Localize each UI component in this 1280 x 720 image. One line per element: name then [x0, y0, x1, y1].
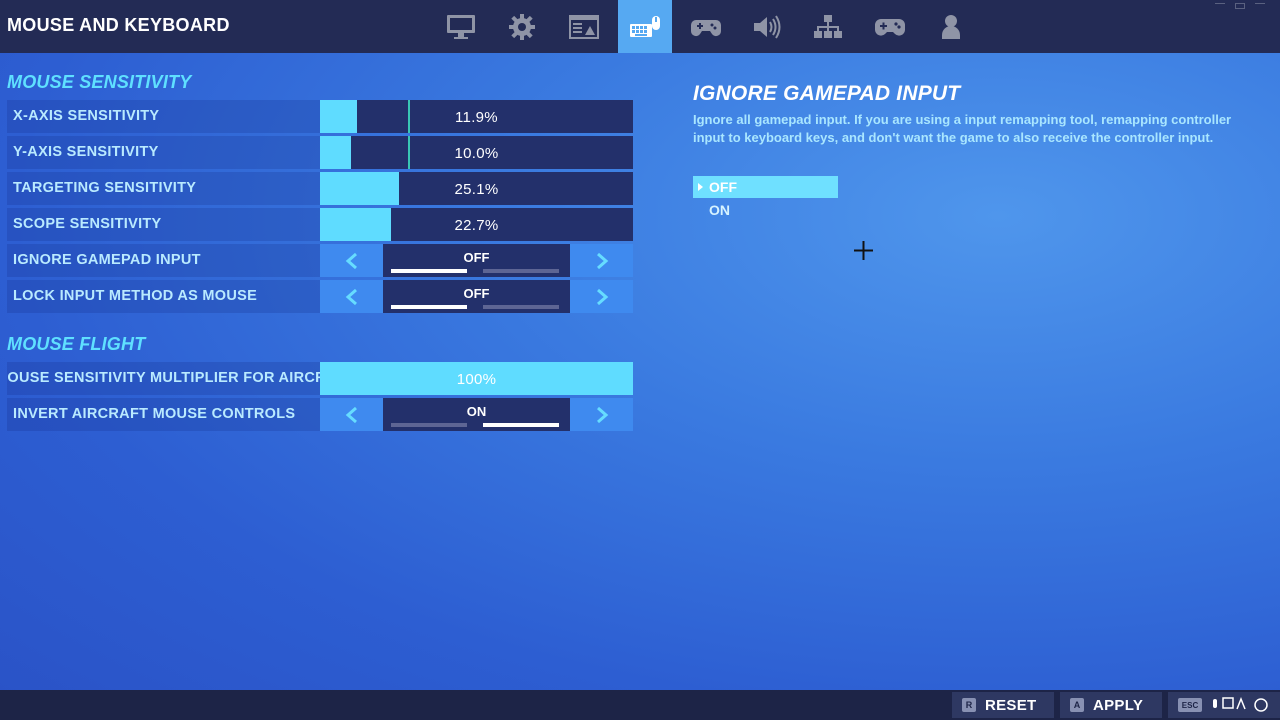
section-title-mouse-flight: MOUSE FLIGHT	[7, 334, 146, 354]
key-hint: R	[962, 698, 976, 712]
option-indicator	[483, 423, 559, 427]
gamepad-icon	[875, 18, 905, 36]
ignore-gamepad-selector[interactable]: OFF	[320, 244, 633, 277]
section-title-mouse-sensitivity: MOUSE SENSITIVITY	[7, 72, 192, 92]
tab-account[interactable]	[924, 0, 978, 53]
back-button[interactable]: ESC	[1168, 692, 1280, 718]
apply-button[interactable]: A APPLY	[1060, 692, 1162, 718]
crosshair-cursor-icon	[854, 241, 873, 260]
maximize-icon[interactable]	[1235, 3, 1245, 9]
setting-label: TARGETING SENSITIVITY	[13, 180, 197, 196]
tab-accessibility[interactable]	[801, 0, 855, 53]
network-icon	[814, 14, 842, 38]
aircraft-multiplier-slider[interactable]: 100%	[320, 362, 633, 395]
slider-value: 22.7%	[454, 217, 499, 234]
tab-audio[interactable]	[740, 0, 794, 53]
tab-video[interactable]	[434, 0, 488, 53]
setting-label: Y-AXIS SENSITIVITY	[13, 144, 159, 160]
option-on[interactable]: ON	[693, 199, 838, 221]
slider-value: 10.0%	[454, 145, 499, 162]
lock-input-selector[interactable]: OFF	[320, 280, 633, 313]
next-option-button[interactable]	[570, 398, 633, 431]
targeting-slider[interactable]: 25.1%	[320, 172, 633, 205]
setting-label: INVERT AIRCRAFT MOUSE CONTROLS	[13, 406, 296, 422]
chevron-right-icon	[596, 406, 608, 423]
option-label: ON	[709, 202, 730, 218]
next-option-button[interactable]	[570, 244, 633, 277]
setting-label: X-AXIS SENSITIVITY	[13, 108, 160, 124]
setting-row-aircraft-multiplier[interactable]: MOUSE SENSITIVITY MULTIPLIER FOR AIRCRAF…	[7, 362, 633, 395]
tab-controller[interactable]	[679, 0, 733, 53]
option-indicator	[391, 423, 467, 427]
previous-option-button[interactable]	[320, 398, 383, 431]
page-title: MOUSE AND KEYBOARD	[7, 15, 230, 35]
speaker-icon	[754, 14, 781, 39]
keyboard-mouse-icon	[630, 15, 660, 37]
option-indicator	[391, 305, 467, 309]
description-text: Ignore all gamepad input. If you are usi…	[693, 112, 1232, 145]
gear-icon	[509, 13, 535, 40]
setting-label: SCOPE SENSITIVITY	[13, 216, 162, 232]
chevron-right-icon	[596, 288, 608, 305]
controller-settings-icon	[691, 19, 721, 36]
option-label: OFF	[709, 179, 737, 195]
monitor-icon	[447, 14, 475, 39]
close-icon[interactable]	[1255, 3, 1265, 9]
option-indicator	[483, 269, 559, 273]
system-tray-icon	[1213, 696, 1268, 712]
option-indicator	[483, 305, 559, 309]
account-icon	[942, 14, 960, 39]
reset-button[interactable]: R RESET	[952, 692, 1054, 718]
tab-mouse-keyboard[interactable]	[618, 0, 672, 53]
selected-triangle-icon	[698, 183, 703, 191]
invert-aircraft-selector[interactable]: ON	[320, 398, 633, 431]
tab-hud[interactable]	[557, 0, 611, 53]
tab-gamepad[interactable]	[863, 0, 917, 53]
setting-label: MOUSE SENSITIVITY MULTIPLIER FOR AIRCRAF…	[7, 370, 320, 386]
key-hint: ESC	[1178, 698, 1202, 712]
previous-option-button[interactable]	[320, 244, 383, 277]
next-option-button[interactable]	[570, 280, 633, 313]
chevron-left-icon	[345, 252, 357, 269]
selector-value: OFF	[463, 250, 490, 265]
top-bar: MOUSE AND KEYBOARD	[0, 0, 1280, 53]
setting-row-y-axis[interactable]: Y-AXIS SENSITIVITY 10.0%	[7, 136, 633, 169]
chevron-left-icon	[345, 288, 357, 305]
setting-row-targeting[interactable]: TARGETING SENSITIVITY 25.1%	[7, 172, 633, 205]
description-title: IGNORE GAMEPAD INPUT	[693, 82, 961, 105]
slider-value: 100%	[456, 371, 497, 388]
chevron-right-icon	[596, 252, 608, 269]
setting-row-invert-aircraft[interactable]: INVERT AIRCRAFT MOUSE CONTROLS ON	[7, 398, 633, 431]
setting-label: IGNORE GAMEPAD INPUT	[13, 252, 201, 268]
reset-label: RESET	[985, 696, 1037, 714]
apply-label: APPLY	[1093, 696, 1144, 714]
y-axis-slider[interactable]: 10.0%	[320, 136, 633, 169]
slider-value: 25.1%	[454, 181, 499, 198]
setting-label: LOCK INPUT METHOD AS MOUSE	[13, 288, 258, 304]
option-indicator	[391, 269, 467, 273]
selector-value: OFF	[463, 286, 490, 301]
tab-game[interactable]	[495, 0, 549, 53]
slider-value: 11.9%	[455, 109, 498, 126]
bottom-bar: R RESET A APPLY ESC	[0, 690, 1280, 720]
chevron-left-icon	[345, 406, 357, 423]
minimize-icon[interactable]	[1215, 3, 1225, 9]
option-off[interactable]: OFF	[693, 176, 838, 198]
scope-slider[interactable]: 22.7%	[320, 208, 633, 241]
setting-row-lock-input[interactable]: LOCK INPUT METHOD AS MOUSE OFF	[7, 280, 633, 313]
setting-row-scope[interactable]: SCOPE SENSITIVITY 22.7%	[7, 208, 633, 241]
setting-row-x-axis[interactable]: X-AXIS SENSITIVITY 11.9%	[7, 100, 633, 133]
setting-row-ignore-gamepad[interactable]: IGNORE GAMEPAD INPUT OFF	[7, 244, 633, 277]
selector-value: ON	[466, 404, 487, 419]
x-axis-slider[interactable]: 11.9%	[320, 100, 633, 133]
previous-option-button[interactable]	[320, 280, 383, 313]
key-hint: A	[1070, 698, 1084, 712]
hud-icon	[569, 14, 599, 39]
